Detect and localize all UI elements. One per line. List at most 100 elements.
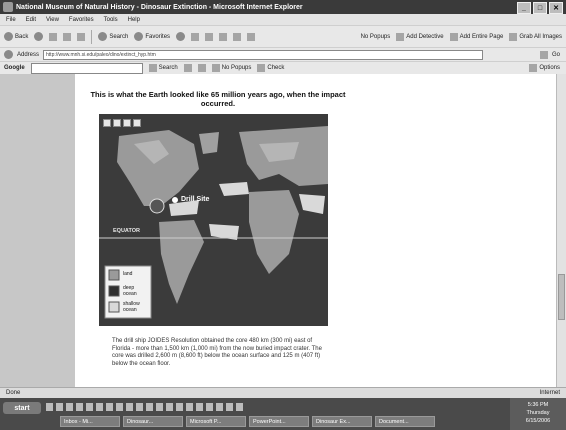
- menu-help[interactable]: Help: [128, 17, 140, 23]
- legend-shallow-ocean-label: shallow ocean: [123, 301, 140, 313]
- messenger-icon[interactable]: [247, 32, 256, 41]
- app-icon[interactable]: [206, 403, 213, 411]
- clock-date: 6/15/2006: [525, 418, 551, 424]
- scroll-thumb[interactable]: [558, 274, 565, 320]
- app-icon[interactable]: [196, 403, 203, 411]
- forward-icon[interactable]: [34, 32, 44, 41]
- popups-indicator[interactable]: No Popups: [361, 34, 391, 40]
- address-bar: Address http://www.mnh.si.edu/paleo/dino…: [0, 47, 566, 61]
- menu-favorites[interactable]: Favorites: [69, 17, 94, 23]
- equator-label: EQUATOR: [113, 228, 140, 234]
- print-image-icon[interactable]: [113, 119, 121, 127]
- email-image-icon[interactable]: [123, 119, 131, 127]
- status-bar: Done Internet: [0, 387, 566, 398]
- stop-icon[interactable]: [49, 32, 58, 41]
- quick-launch: [46, 403, 243, 411]
- folder-image-icon[interactable]: [133, 119, 141, 127]
- image-toolbar: [103, 119, 141, 127]
- add-entire-page-button[interactable]: Add Entire Page: [449, 32, 503, 41]
- app-icon[interactable]: [236, 403, 243, 411]
- history-icon[interactable]: [176, 32, 186, 41]
- desktop-icon[interactable]: [46, 403, 53, 411]
- start-button[interactable]: start: [3, 402, 41, 414]
- window-controls: _ □ ✕: [517, 2, 563, 14]
- pagerank-icon[interactable]: [183, 64, 192, 72]
- back-button[interactable]: Back: [4, 32, 28, 41]
- add-detective-button[interactable]: Add Detective: [396, 32, 444, 41]
- window-title: National Museum of Natural History - Din…: [16, 3, 303, 11]
- excel-icon[interactable]: [86, 403, 93, 411]
- mail-icon[interactable]: [191, 32, 200, 41]
- app-icon[interactable]: [216, 403, 223, 411]
- task-list: Inbox - Mi... Dinosaur... Microsoft P...…: [60, 416, 435, 427]
- menu-bar: File Edit View Favorites Tools Help: [0, 14, 566, 25]
- notepad-icon[interactable]: [156, 403, 163, 411]
- app-icon[interactable]: [186, 403, 193, 411]
- go-button[interactable]: Go: [552, 52, 566, 58]
- app-icon[interactable]: [176, 403, 183, 411]
- search-icon: [98, 32, 108, 41]
- home-icon[interactable]: [77, 32, 86, 41]
- legend-land-label: land: [123, 271, 133, 277]
- task-button[interactable]: Microsoft P...: [186, 416, 246, 427]
- left-sidebar: [0, 74, 75, 387]
- favorites-button[interactable]: Favorites: [134, 32, 170, 41]
- address-input[interactable]: http://www.mnh.si.edu/paleo/dino/extinct…: [43, 49, 484, 60]
- detective-icon: [396, 32, 405, 41]
- clock-time[interactable]: 5:36 PM: [510, 401, 566, 409]
- task-button[interactable]: PowerPoint...: [249, 416, 309, 427]
- word-icon[interactable]: [76, 403, 83, 411]
- popup-blocker-icon: [211, 64, 220, 72]
- menu-view[interactable]: View: [46, 17, 59, 23]
- google-search-input[interactable]: [30, 62, 143, 74]
- settings-icon: [529, 64, 538, 72]
- options-button[interactable]: Options: [529, 64, 566, 72]
- legend-deep-ocean-label: deep ocean: [123, 285, 137, 297]
- media-icon[interactable]: [126, 403, 133, 411]
- powerpoint-icon[interactable]: [96, 403, 103, 411]
- google-logo[interactable]: Google: [4, 65, 25, 71]
- add-detective-label: Add Detective: [406, 33, 444, 40]
- task-button[interactable]: Dinosaur Ex...: [312, 416, 372, 427]
- check-button[interactable]: Check: [257, 64, 284, 72]
- check-label: Check: [267, 65, 285, 71]
- menu-edit[interactable]: Edit: [26, 17, 36, 23]
- app-icon[interactable]: [166, 403, 173, 411]
- ie-icon[interactable]: [56, 403, 63, 411]
- maximize-button[interactable]: □: [533, 2, 547, 14]
- options-label: Options: [539, 65, 560, 71]
- close-button[interactable]: ✕: [549, 2, 563, 14]
- taskbar: start Inbox - Mi... Dinosaur... Microsof…: [0, 398, 566, 430]
- system-tray: 5:36 PM Thursday 6/15/2006: [510, 398, 566, 430]
- print-icon[interactable]: [205, 32, 214, 41]
- search-button[interactable]: Search: [98, 32, 128, 41]
- google-search-button[interactable]: Search: [148, 64, 178, 72]
- task-button[interactable]: Document...: [375, 416, 435, 427]
- highlight-icon[interactable]: [197, 64, 206, 72]
- paint-icon[interactable]: [146, 403, 153, 411]
- edit-icon[interactable]: [219, 32, 228, 41]
- access-icon[interactable]: [106, 403, 113, 411]
- refresh-icon[interactable]: [63, 32, 72, 41]
- globe-icon: [4, 50, 13, 59]
- discuss-icon[interactable]: [233, 32, 242, 41]
- save-image-icon[interactable]: [103, 119, 111, 127]
- status-text: Done: [6, 390, 21, 396]
- g-icon: [148, 64, 157, 72]
- menu-tools[interactable]: Tools: [104, 17, 118, 23]
- minimize-button[interactable]: _: [517, 2, 531, 14]
- toolbar-divider: [91, 29, 93, 44]
- go-icon[interactable]: [539, 50, 548, 59]
- calc-icon[interactable]: [136, 403, 143, 411]
- folder-icon[interactable]: [116, 403, 123, 411]
- app-icon[interactable]: [226, 403, 233, 411]
- vertical-scrollbar[interactable]: [556, 74, 566, 387]
- google-popups-button[interactable]: No Popups: [211, 64, 252, 72]
- outlook-icon[interactable]: [66, 403, 73, 411]
- google-popups-label: No Popups: [221, 65, 252, 71]
- grab-images-button[interactable]: Grab All Images: [509, 32, 566, 41]
- grab-images-label: Grab All Images: [519, 33, 562, 40]
- menu-file[interactable]: File: [6, 17, 16, 23]
- task-button[interactable]: Inbox - Mi...: [60, 416, 120, 427]
- task-button[interactable]: Dinosaur...: [123, 416, 183, 427]
